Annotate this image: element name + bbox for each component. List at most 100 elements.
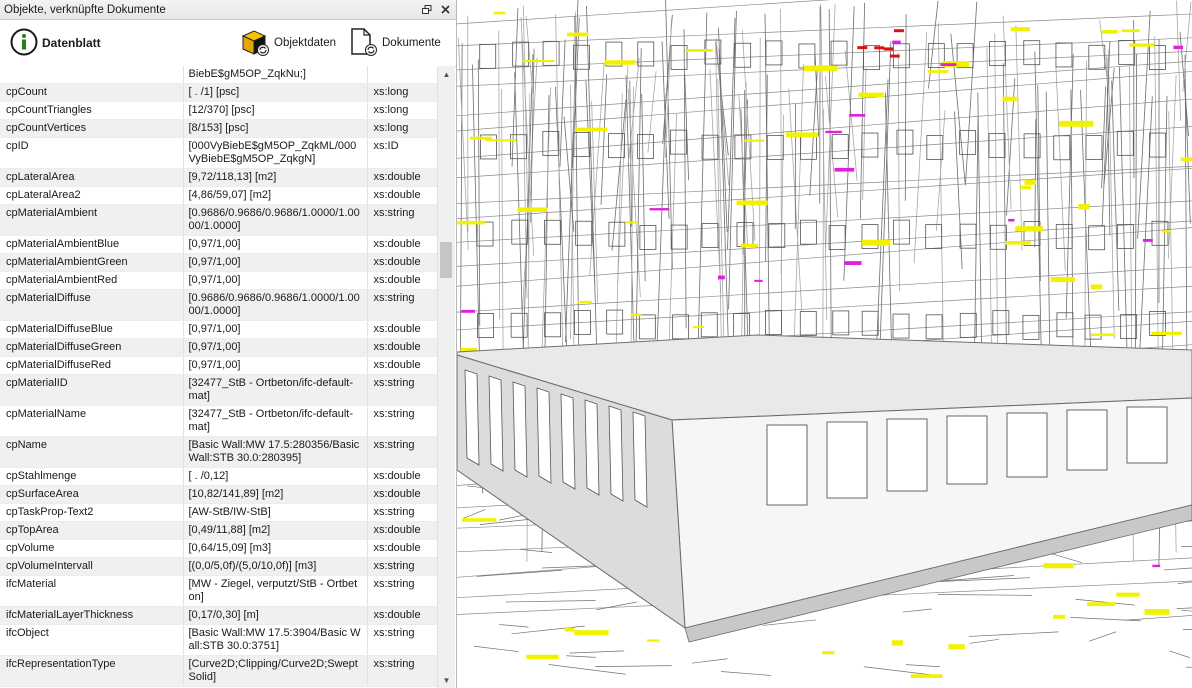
property-type: xs:string [367, 575, 437, 607]
property-name: cpCount [0, 83, 184, 102]
property-type: xs:double [367, 253, 437, 272]
window-outline [831, 134, 849, 160]
highlight-yellow-mark [910, 674, 942, 678]
table-row[interactable]: cpMaterialAmbientRed [0,97/1,00] xs:double [0, 271, 437, 290]
table-row[interactable]: cpLateralArea2 [4,86/59,07] [m2] xs:double [0, 186, 437, 205]
table-row[interactable]: cpMaterialAmbient [0.9686/0.9686/0.9686/1… [0, 204, 437, 236]
table-row[interactable]: ifcRepresentationType [Curve2D;Clipping/C… [0, 655, 437, 687]
wireframe-line [1182, 628, 1192, 630]
window-outline [606, 309, 624, 335]
3d-model-viewport[interactable] [457, 0, 1192, 688]
table-row[interactable]: ifcObject [Basic Wall:MW 17.5:3904/Basic … [0, 624, 437, 656]
wireframe-line [647, 70, 657, 153]
window-outline [990, 224, 1007, 250]
property-value: [ . /0,12] [183, 467, 368, 486]
table-row[interactable]: cpMaterialAmbientBlue [0,97/1,00] xs:doubl… [0, 235, 437, 254]
dokumente-button[interactable]: Dokumente [348, 25, 441, 61]
property-value: [8/153] [psc] [183, 119, 368, 138]
table-row[interactable]: cpMaterialDiffuseGreen [0,97/1,00] xs:doub… [0, 338, 437, 357]
table-row[interactable]: cpID [000VyBiebE$gM5OP_ZqkML/000VyBiebE$g… [0, 137, 437, 169]
close-icon[interactable] [438, 3, 452, 17]
window-outline [669, 129, 687, 155]
property-name: cpMaterialAmbientBlue [0, 235, 184, 254]
highlight-yellow-mark [626, 221, 638, 224]
property-type: xs:double [367, 467, 437, 486]
property-value: [10,82/141,89] [m2] [183, 485, 368, 504]
long-wall-window [886, 418, 928, 492]
table-row[interactable]: BiebE$gM5OP_ZqkNu;] [0, 66, 437, 84]
window-outline [799, 311, 817, 336]
table-row[interactable]: cpTopArea [0,49/11,88] [m2] xs:double [0, 521, 437, 540]
wireframe-line [559, 39, 566, 167]
window-outline [988, 133, 1006, 158]
end-wall-window [464, 369, 480, 466]
datenblatt-button[interactable]: Datenblatt [10, 25, 101, 61]
building-long-wall [671, 397, 1192, 629]
highlight-yellow-mark [1024, 179, 1036, 185]
property-value: [0,49/11,88] [m2] [183, 521, 368, 540]
property-name: cpMaterialDiffuseGreen [0, 338, 184, 357]
wireframe-line [696, 12, 708, 382]
table-row[interactable]: cpCountTriangles [12/370] [psc] xs:long [0, 101, 437, 120]
highlight-red-mark [857, 46, 868, 50]
table-row[interactable]: cpStahlmenge[ . /0,12] xs:double [0, 467, 437, 486]
highlight-yellow-mark [1161, 230, 1172, 233]
table-row[interactable]: cpSurfaceArea [10,82/141,89] [m2] xs:doubl… [0, 485, 437, 504]
table-row[interactable]: cpVolumeIntervall [(0,0/5,0f)/(5,0/10,0f)… [0, 557, 437, 576]
property-value: [0.9686/0.9686/0.9686/1.0000/1.0000/1.00… [183, 289, 368, 321]
float-window-icon[interactable] [420, 3, 434, 17]
end-wall-window [536, 387, 552, 484]
highlight-magenta-mark [849, 114, 866, 117]
property-value: [0,64/15,09] [m3] [183, 539, 368, 558]
wireframe-line [902, 608, 932, 613]
table-row[interactable]: cpCount[ . /1] [psc] xs:long [0, 83, 437, 102]
table-row[interactable]: cpMaterialDiffuseBlue [0,97/1,00] xs:doubl… [0, 320, 437, 339]
property-name: cpCountTriangles [0, 101, 184, 120]
table-row[interactable]: ifcMaterial [MW - Ziegel, verputzt/StB - … [0, 575, 437, 607]
table-row[interactable]: cpLateralArea [9,72/118,13] [m2] xs:double [0, 168, 437, 187]
table-row[interactable]: cpMaterialID [32477_StB - Ortbeton/ifc-de… [0, 374, 437, 406]
table-row[interactable]: cpMaterialName [32477_StB - Ortbeton/ifc-… [0, 405, 437, 437]
floor-edge-line [457, 0, 831, 25]
highlight-yellow-mark [1151, 331, 1182, 336]
window-outline [832, 310, 850, 336]
property-type: xs:string [367, 204, 437, 236]
wireframe-line [935, 110, 946, 231]
table-row[interactable]: cpMaterialAmbientGreen [0,97/1,00] xs:doub… [0, 253, 437, 272]
window-outline [1088, 44, 1106, 70]
table-row[interactable]: ifcMaterialLayerThickness [0,17/0,30] [m]… [0, 606, 437, 625]
end-wall-window [488, 375, 504, 472]
wireframe-line [950, 33, 966, 186]
highlight-yellow-mark [1180, 157, 1192, 162]
highlight-yellow-mark [460, 347, 478, 351]
highlight-magenta-mark [940, 63, 957, 67]
property-name: cpTaskProp-Text2 [0, 503, 184, 522]
highlight-yellow-mark [457, 220, 486, 225]
highlight-yellow-mark [604, 60, 636, 65]
window-outline [1022, 314, 1040, 340]
wireframe-line [1176, 0, 1182, 121]
wireframe-line [462, 509, 486, 520]
window-outline [1149, 45, 1166, 70]
property-table-container: BiebE$gM5OP_ZqkNu;] cpCount[ . /1] [psc] x… [0, 66, 437, 688]
vertical-scrollbar[interactable]: ▲ ▼ [437, 66, 455, 688]
property-name: cpVolume [0, 539, 184, 558]
table-row[interactable]: cpMaterialDiffuseRed [0,97/1,00] xs:double [0, 356, 437, 375]
property-name: ifcMaterialLayerThickness [0, 606, 184, 625]
table-row[interactable]: cpCountVertices [8/153] [psc] xs:long [0, 119, 437, 138]
wireframe-line [596, 601, 638, 611]
highlight-magenta-mark [825, 130, 842, 134]
scroll-up-arrow-icon[interactable]: ▲ [438, 66, 455, 82]
3d-scene[interactable] [457, 0, 1192, 688]
table-row[interactable]: cpName [Basic Wall:MW 17.5:280356/Basic W… [0, 436, 437, 468]
table-row[interactable]: cpMaterialDiffuse [0.9686/0.9686/0.9686/1… [0, 289, 437, 321]
scrollbar-thumb[interactable] [440, 242, 452, 278]
property-type: xs:double [367, 271, 437, 290]
table-row[interactable]: cpVolume [0,64/15,09] [m3] xs:double [0, 539, 437, 558]
window-outline [765, 309, 782, 335]
window-outline [734, 42, 752, 68]
scroll-down-arrow-icon[interactable]: ▼ [438, 672, 455, 688]
objektdaten-button[interactable]: Objektdaten [240, 25, 336, 61]
table-row[interactable]: cpTaskProp-Text2 [AW-StB/IW-StB] xs:string [0, 503, 437, 522]
end-wall-window [584, 399, 600, 496]
